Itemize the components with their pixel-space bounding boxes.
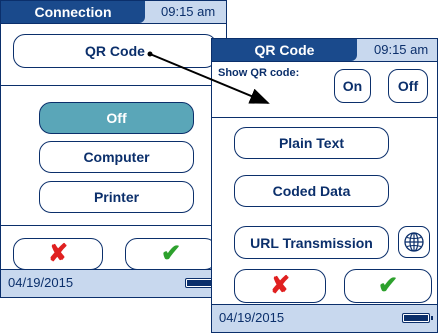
divider xyxy=(212,117,437,118)
title-bar: Connection 09:15 am xyxy=(1,1,226,24)
plain-text-button[interactable]: Plain Text xyxy=(234,127,389,159)
on-label: On xyxy=(342,78,363,94)
qr-code-button[interactable]: QR Code xyxy=(13,34,217,68)
confirm-check-icon: ✔ xyxy=(160,240,182,267)
title-bar: QR Code 09:15 am xyxy=(212,39,437,62)
coded-data-button[interactable]: Coded Data xyxy=(234,175,389,207)
status-bar: 04/19/2015 xyxy=(1,269,226,297)
cancel-x-icon: ✘ xyxy=(269,272,291,299)
option-label: Coded Data xyxy=(272,183,351,199)
option-label: Printer xyxy=(93,189,140,205)
qr-code-screen: QR Code 09:15 am Show QR code: On Off Pl… xyxy=(211,38,438,333)
battery-icon xyxy=(185,278,216,288)
off-label: Off xyxy=(397,78,419,94)
date: 04/19/2015 xyxy=(8,275,74,290)
connection-screen: Connection 09:15 am QR Code Off Computer… xyxy=(0,0,227,298)
clock: 09:15 am xyxy=(161,4,216,19)
qr-code-button-label: QR Code xyxy=(85,43,145,59)
option-printer-button[interactable]: Printer xyxy=(39,181,194,213)
date: 04/19/2015 xyxy=(219,310,285,325)
option-computer-button[interactable]: Computer xyxy=(39,141,194,173)
cancel-x-icon: ✘ xyxy=(47,240,69,267)
clock: 09:15 am xyxy=(374,42,429,57)
confirm-button[interactable]: ✔ xyxy=(125,238,217,270)
option-label: Off xyxy=(106,110,127,126)
screen-title: Connection xyxy=(1,1,145,23)
show-qr-on-button[interactable]: On xyxy=(334,69,371,103)
option-off-button[interactable]: Off xyxy=(39,102,194,134)
screen-title: QR Code xyxy=(212,39,357,61)
show-qr-code-label: Show QR code: xyxy=(218,67,300,79)
option-label: URL Transmission xyxy=(250,234,373,251)
status-bar: 04/19/2015 xyxy=(212,304,437,332)
option-label: Plain Text xyxy=(278,135,345,151)
globe-button[interactable] xyxy=(398,226,430,258)
option-label: Computer xyxy=(83,149,150,165)
divider xyxy=(1,85,226,86)
battery-icon xyxy=(402,313,433,323)
globe-icon xyxy=(404,232,424,252)
cancel-button[interactable]: ✘ xyxy=(234,269,326,303)
confirm-button[interactable]: ✔ xyxy=(344,269,432,303)
confirm-check-icon: ✔ xyxy=(377,272,399,299)
divider xyxy=(1,225,226,226)
cancel-button[interactable]: ✘ xyxy=(13,238,103,270)
show-qr-off-button[interactable]: Off xyxy=(388,69,428,103)
url-transmission-button[interactable]: URL Transmission xyxy=(234,226,389,259)
